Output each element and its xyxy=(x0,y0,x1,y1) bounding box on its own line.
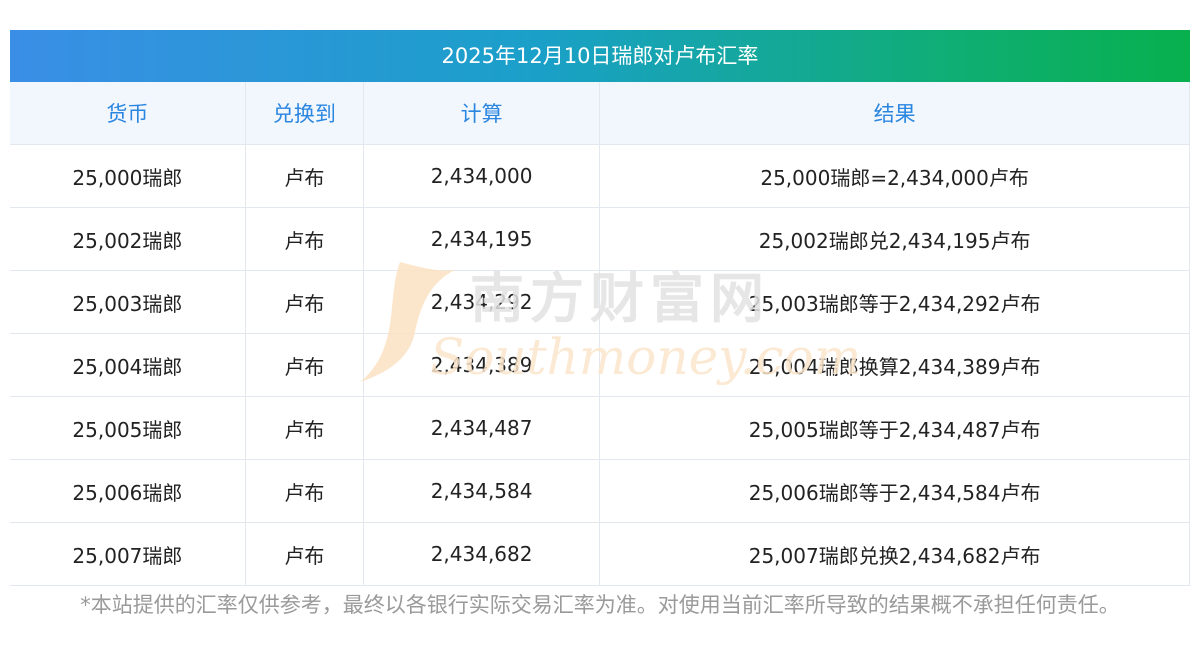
cell-target: 卢布 xyxy=(245,459,364,523)
cell-target: 卢布 xyxy=(245,270,364,334)
cell-currency: 25,005瑞郎 xyxy=(10,396,246,460)
table-row: 25,005瑞郎 卢布 2,434,487 25,005瑞郎等于2,434,48… xyxy=(10,396,1190,460)
cell-calc: 2,434,389 xyxy=(363,333,601,397)
cell-currency: 25,006瑞郎 xyxy=(10,459,246,523)
cell-currency: 25,004瑞郎 xyxy=(10,333,246,397)
header-row: 货币 兑换到 计算 结果 xyxy=(10,82,1190,145)
rate-panel: 2025年12月10日瑞郎对卢布汇率 货币 兑换到 计算 结果 25,000瑞郎… xyxy=(10,30,1190,586)
cell-result: 25,006瑞郎等于2,434,584卢布 xyxy=(599,459,1190,523)
cell-currency: 25,002瑞郎 xyxy=(10,207,246,271)
cell-calc: 2,434,000 xyxy=(363,144,601,208)
cell-target: 卢布 xyxy=(245,522,364,586)
cell-target: 卢布 xyxy=(245,207,364,271)
cell-result: 25,004瑞郎换算2,434,389卢布 xyxy=(599,333,1190,397)
rates-table: 货币 兑换到 计算 结果 25,000瑞郎 卢布 2,434,000 25,00… xyxy=(10,82,1190,586)
cell-calc: 2,434,195 xyxy=(363,207,601,271)
table-title: 2025年12月10日瑞郎对卢布汇率 xyxy=(10,30,1190,82)
cell-result: 25,005瑞郎等于2,434,487卢布 xyxy=(599,396,1190,460)
header-currency: 货币 xyxy=(10,82,246,145)
disclaimer-note: *本站提供的汇率仅供参考，最终以各银行实际交易汇率为准。对使用当前汇率所导致的结… xyxy=(80,593,1120,617)
cell-currency: 25,007瑞郎 xyxy=(10,522,246,586)
table-row: 25,003瑞郎 卢布 2,434,292 25,003瑞郎等于2,434,29… xyxy=(10,270,1190,334)
cell-currency: 25,003瑞郎 xyxy=(10,270,246,334)
cell-currency: 25,000瑞郎 xyxy=(10,144,246,208)
table-row: 25,002瑞郎 卢布 2,434,195 25,002瑞郎兑2,434,195… xyxy=(10,207,1190,271)
header-calc: 计算 xyxy=(363,82,601,145)
cell-calc: 2,434,682 xyxy=(363,522,601,586)
cell-result: 25,000瑞郎=2,434,000卢布 xyxy=(599,144,1190,208)
cell-target: 卢布 xyxy=(245,396,364,460)
table-row: 25,007瑞郎 卢布 2,434,682 25,007瑞郎兑换2,434,68… xyxy=(10,522,1190,586)
table-row: 25,004瑞郎 卢布 2,434,389 25,004瑞郎换算2,434,38… xyxy=(10,333,1190,397)
header-target: 兑换到 xyxy=(245,82,364,145)
cell-result: 25,007瑞郎兑换2,434,682卢布 xyxy=(599,522,1190,586)
cell-target: 卢布 xyxy=(245,144,364,208)
cell-target: 卢布 xyxy=(245,333,364,397)
cell-result: 25,002瑞郎兑2,434,195卢布 xyxy=(599,207,1190,271)
cell-calc: 2,434,584 xyxy=(363,459,601,523)
table-row: 25,000瑞郎 卢布 2,434,000 25,000瑞郎=2,434,000… xyxy=(10,144,1190,208)
header-result: 结果 xyxy=(599,82,1190,145)
table-row: 25,006瑞郎 卢布 2,434,584 25,006瑞郎等于2,434,58… xyxy=(10,459,1190,523)
cell-result: 25,003瑞郎等于2,434,292卢布 xyxy=(599,270,1190,334)
cell-calc: 2,434,292 xyxy=(363,270,601,334)
cell-calc: 2,434,487 xyxy=(363,396,601,460)
